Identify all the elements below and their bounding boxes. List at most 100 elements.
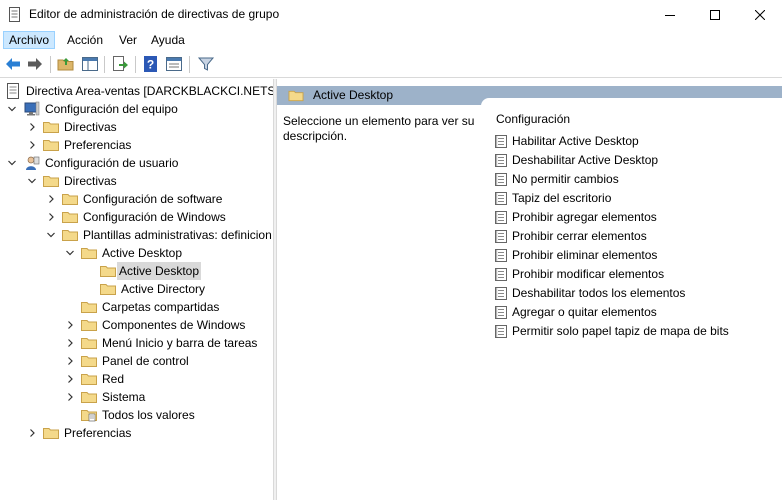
tree-windows-settings[interactable]: Configuración de Windows — [0, 208, 273, 226]
tree-control-panel[interactable]: Panel de control — [0, 352, 273, 370]
up-folder-icon[interactable] — [57, 55, 75, 73]
title-bar: Editor de administración de directivas d… — [0, 0, 782, 29]
setting-label: Deshabilitar Active Desktop — [512, 153, 659, 167]
menu-accion[interactable]: Acción — [61, 31, 109, 49]
export-list-icon[interactable] — [111, 55, 129, 73]
tree-computer-preferences[interactable]: Preferencias — [0, 136, 273, 154]
tree-user-preferences[interactable]: Preferencias — [0, 424, 273, 442]
chevron-right-icon[interactable] — [64, 370, 76, 388]
maximize-button[interactable] — [692, 0, 737, 29]
tree-user-policies[interactable]: Directivas — [0, 172, 273, 190]
tree-active-directory[interactable]: Active Directory — [0, 280, 273, 298]
menu-archivo[interactable]: Archivo — [3, 31, 56, 49]
window-title: Editor de administración de directivas d… — [29, 7, 280, 21]
back-icon[interactable] — [4, 55, 22, 73]
policy-setting-icon — [495, 268, 507, 281]
policy-document-icon — [7, 83, 19, 99]
policy-setting-icon — [495, 192, 507, 205]
setting-label: Agregar o quitar elementos — [512, 305, 657, 319]
toolbar-separator — [135, 56, 136, 73]
filter-icon[interactable] — [197, 55, 215, 73]
close-button[interactable] — [737, 0, 782, 29]
folder-icon — [81, 302, 97, 313]
folder-icon — [43, 140, 59, 151]
setting-label: No permitir cambios — [512, 172, 619, 186]
policy-setting-icon — [495, 230, 507, 243]
menu-ayuda[interactable]: Ayuda — [145, 31, 191, 49]
policy-setting-icon — [495, 154, 507, 167]
tree-admin-templates[interactable]: Plantillas administrativas: definicion — [0, 226, 273, 244]
folder-icon — [81, 374, 97, 385]
chevron-down-icon[interactable] — [45, 226, 57, 244]
tree-active-desktop-parent[interactable]: Active Desktop — [0, 244, 273, 262]
chevron-down-icon[interactable] — [64, 244, 76, 262]
policy-setting-icon — [495, 211, 507, 224]
close-icon — [754, 9, 765, 20]
tree-user-config[interactable]: Configuración de usuario — [0, 154, 273, 172]
setting-label: Prohibir modificar elementos — [512, 267, 665, 281]
description-text: Seleccione un elemento para ver su descr… — [283, 114, 475, 143]
settings-column-header[interactable]: Configuración — [496, 112, 570, 126]
tree-computer-config[interactable]: Configuración del equipo — [0, 100, 273, 118]
chevron-right-icon[interactable] — [45, 208, 57, 226]
folder-icon — [100, 266, 116, 277]
folder-icon — [288, 90, 304, 102]
setting-label: Habilitar Active Desktop — [512, 134, 639, 148]
forward-icon[interactable] — [26, 55, 44, 73]
tree-computer-policies[interactable]: Directivas — [0, 118, 273, 136]
chevron-right-icon[interactable] — [45, 190, 57, 208]
policy-setting-icon — [495, 325, 507, 338]
policy-setting-icon — [495, 287, 507, 300]
folder-icon — [81, 392, 97, 403]
toolbar-separator — [189, 56, 190, 73]
setting-label: Tapiz del escritorio — [512, 191, 612, 205]
header-tab-shape — [481, 98, 782, 106]
folder-icon — [81, 356, 97, 367]
minimize-icon — [664, 14, 675, 16]
details-pane: Active Desktop Seleccione un elemento pa… — [277, 79, 782, 500]
policy-setting-icon — [495, 173, 507, 186]
tree-root[interactable]: Directiva Area-ventas [DARCKBLACKCI.NETS… — [0, 82, 273, 100]
navigation-tree: Directiva Area-ventas [DARCKBLACKCI.NETS… — [0, 79, 273, 500]
folder-icon — [43, 176, 59, 187]
tree-system[interactable]: Sistema — [0, 388, 273, 406]
all-settings-folder-icon — [81, 410, 97, 422]
properties-view-icon[interactable] — [165, 55, 183, 73]
minimize-button[interactable] — [647, 0, 692, 29]
menu-ver[interactable]: Ver — [113, 31, 143, 49]
chevron-right-icon[interactable] — [64, 334, 76, 352]
setting-label: Permitir solo papel tapiz de mapa de bit… — [512, 324, 729, 338]
toolbar-separator — [50, 56, 51, 73]
chevron-right-icon[interactable] — [64, 388, 76, 406]
chevron-right-icon[interactable] — [26, 136, 38, 154]
help-icon[interactable]: ? — [142, 55, 160, 73]
svg-text:?: ? — [147, 58, 154, 72]
chevron-right-icon[interactable] — [64, 352, 76, 370]
chevron-down-icon[interactable] — [6, 154, 18, 172]
folder-icon — [100, 284, 116, 295]
chevron-right-icon[interactable] — [26, 118, 38, 136]
show-hide-tree-icon[interactable] — [81, 55, 99, 73]
chevron-right-icon[interactable] — [26, 424, 38, 442]
folder-icon — [43, 122, 59, 133]
tree-network[interactable]: Red — [0, 370, 273, 388]
computer-icon — [24, 101, 40, 116]
chevron-right-icon[interactable] — [64, 316, 76, 334]
chevron-down-icon[interactable] — [6, 100, 18, 118]
toolbar: ? — [0, 51, 782, 78]
tree-start-menu[interactable]: Menú Inicio y barra de tareas — [0, 334, 273, 352]
details-header-title: Active Desktop — [313, 88, 394, 102]
folder-icon — [81, 248, 97, 259]
tree-all-settings[interactable]: Todos los valores — [0, 406, 273, 424]
folder-icon — [81, 338, 97, 349]
toolbar-separator — [104, 56, 105, 73]
tree-software-settings[interactable]: Configuración de software — [0, 190, 273, 208]
policy-editor-app-icon — [9, 7, 20, 22]
tree-active-desktop-selected[interactable]: Active Desktop — [0, 262, 273, 280]
maximize-icon — [709, 9, 720, 20]
tree-windows-components[interactable]: Componentes de Windows — [0, 316, 273, 334]
policy-setting-icon — [495, 249, 507, 262]
folder-icon — [43, 428, 59, 439]
chevron-down-icon[interactable] — [26, 172, 38, 190]
tree-shared-folders[interactable]: Carpetas compartidas — [0, 298, 273, 316]
